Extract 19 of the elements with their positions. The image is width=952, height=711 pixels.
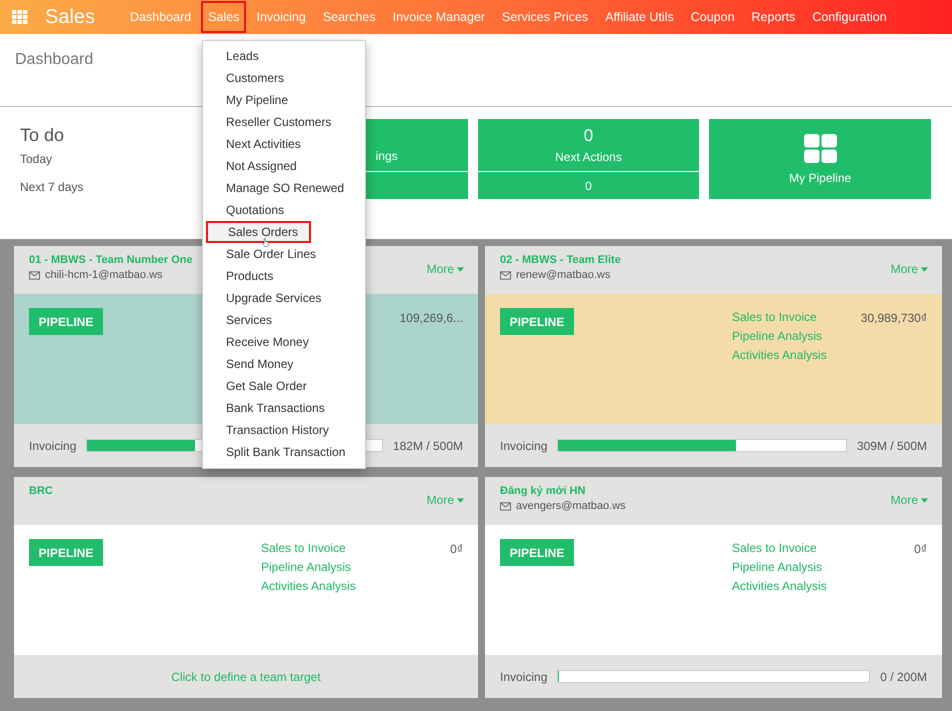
stat-sub-value: 0	[585, 178, 592, 192]
progress-reading: 309M / 500M	[856, 438, 927, 452]
progress-reading: 0 / 200M	[880, 670, 927, 684]
progress-label: Invoicing	[29, 438, 76, 452]
stat-label: ings	[376, 149, 398, 163]
team-email: chili-hcm-1@matbao.ws	[45, 269, 163, 281]
stat-label: Next Actions	[555, 150, 622, 164]
amount-value: 0₫	[450, 541, 463, 558]
stat-value: 0	[584, 126, 594, 146]
progress-reading: 182M / 500M	[392, 438, 463, 452]
team-email: renew@matbao.ws	[516, 269, 610, 281]
amount-value: 109,269,6...	[400, 310, 463, 327]
team-email: avengers@matbao.ws	[516, 500, 626, 512]
amount-value: 0₫	[914, 541, 927, 558]
amount-value: 30,989,730₫	[860, 310, 927, 327]
progress-label: Invoicing	[500, 670, 548, 684]
breadcrumb: Dashboard	[15, 51, 94, 68]
app-title: Sales	[45, 6, 96, 28]
progress-label: Invoicing	[500, 438, 548, 452]
